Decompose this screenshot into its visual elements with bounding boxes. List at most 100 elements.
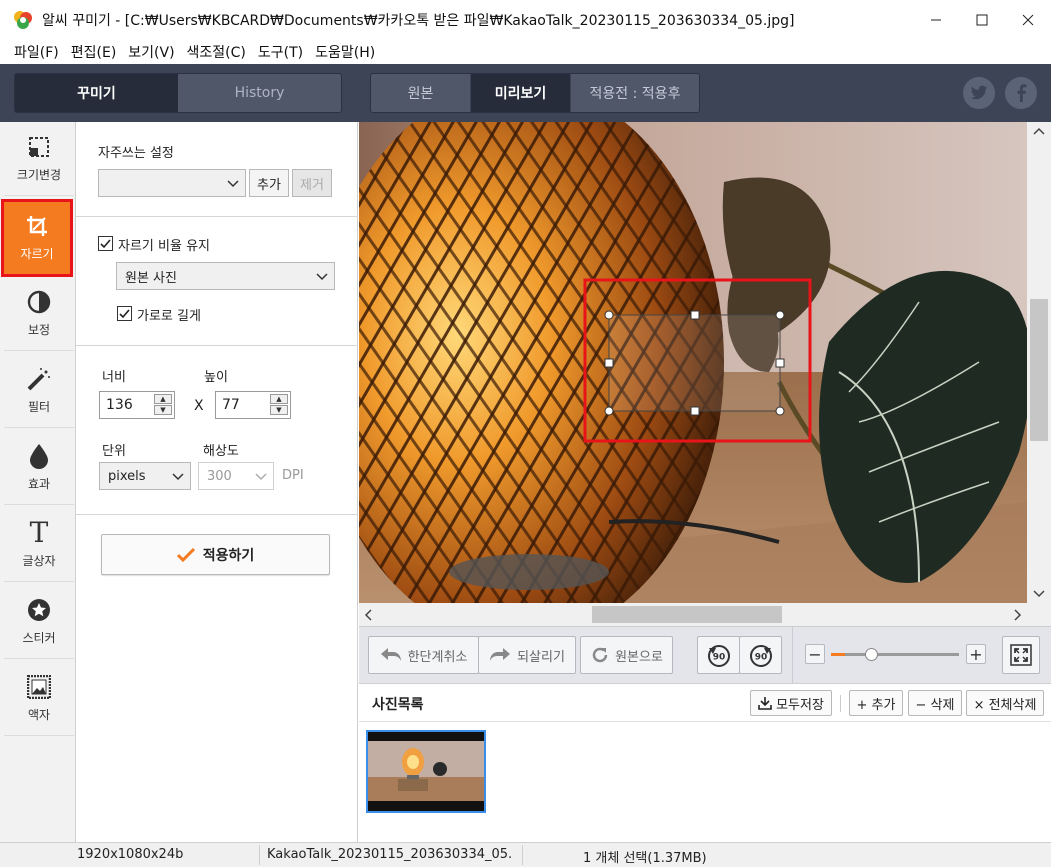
sidebar-label: 자르기 [20, 247, 54, 261]
sidebar-item-textbox[interactable]: T 글상자 [4, 508, 74, 582]
height-label: 높이 [204, 370, 228, 385]
horizontal-scrollbar[interactable] [359, 603, 1027, 626]
minimize-button[interactable] [913, 0, 959, 40]
rotate-right-button[interactable]: 90 [739, 636, 782, 674]
resolution-value: 300 [207, 468, 232, 484]
width-value: 136 [106, 397, 133, 413]
magic-wand-icon [26, 366, 52, 392]
action-toolbar: 한단계취소 되살리기 원본으로 90 90 − + [359, 626, 1051, 684]
menu-bar: 파일(F) 편집(E) 보기(V) 색조절(C) 도구(T) 도움말(H) [0, 40, 1051, 64]
menu-help[interactable]: 도움말(H) [309, 42, 381, 62]
maximize-button[interactable] [959, 0, 1005, 40]
resolution-dropdown[interactable]: 300 [198, 462, 274, 490]
sidebar-item-correct[interactable]: 보정 [4, 277, 74, 351]
tab-original[interactable]: 원본 [371, 74, 471, 112]
window-title: 알씨 꾸미기 - [C:₩Users₩KBCARD₩Documents₩카카오톡… [42, 13, 795, 29]
delete-photo-button[interactable]: − 삭제 [908, 690, 962, 716]
apply-button[interactable]: 적용하기 [101, 534, 330, 575]
frame-icon [26, 674, 52, 700]
sidebar-item-frame[interactable]: 액자 [4, 662, 74, 736]
height-input[interactable]: 77 ▲ ▼ [215, 391, 291, 419]
sidebar-item-resize[interactable]: 크기변경 [4, 122, 74, 196]
unit-dropdown[interactable]: pixels [99, 462, 191, 490]
chevron-down-icon [227, 180, 239, 188]
sticker-icon [26, 597, 52, 623]
landscape-checkbox[interactable] [117, 306, 132, 321]
zoom-slider[interactable] [831, 648, 959, 661]
tab-history[interactable]: History [178, 74, 341, 112]
crop-icon [24, 213, 50, 239]
redo-icon [490, 648, 511, 661]
presets-dropdown[interactable] [98, 169, 246, 197]
tab-decorate[interactable]: 꾸미기 [15, 74, 178, 112]
image-canvas[interactable] [359, 122, 1027, 603]
landscape-label: 가로로 길게 [137, 309, 201, 324]
add-photo-button[interactable]: + 추가 [849, 690, 903, 716]
photo-thumbnail[interactable] [366, 730, 486, 813]
top-toolbar: 꾸미기 History 원본 미리보기 적용전 : 적용후 [0, 64, 1051, 122]
resolution-label: 해상도 [203, 444, 239, 459]
undo-button[interactable]: 한단계취소 [368, 636, 479, 674]
zoom-slider-thumb[interactable] [865, 648, 878, 661]
fit-screen-button[interactable] [1002, 636, 1040, 674]
sidebar-item-sticker[interactable]: 스티커 [4, 585, 74, 659]
height-value: 77 [222, 397, 240, 413]
sidebar-item-crop[interactable]: 자르기 [1, 199, 73, 277]
dpi-label: DPI [282, 468, 304, 483]
close-button[interactable] [1005, 0, 1051, 40]
ratio-dropdown[interactable]: 원본 사진 [116, 262, 335, 290]
sidebar-label: 글상자 [22, 554, 56, 568]
status-filename: KakaoTalk_20230115_203630334_05. [267, 847, 513, 862]
sidebar-item-filter[interactable]: 필터 [4, 354, 74, 428]
menu-file[interactable]: 파일(F) [8, 42, 65, 62]
facebook-icon[interactable] [1005, 77, 1037, 109]
crop-settings-panel: 자주쓰는 설정 추가 제거 자르기 비율 유지 원본 사진 가로로 길게 너비 … [76, 122, 358, 842]
sidebar-label: 크기변경 [16, 168, 62, 182]
sidebar-item-effect[interactable]: 효과 [4, 431, 74, 505]
sidebar-label: 스티커 [22, 631, 56, 645]
zoom-out-button[interactable]: − [805, 644, 825, 664]
chevron-down-icon [255, 473, 267, 481]
vertical-scrollbar[interactable] [1027, 122, 1051, 603]
status-dimensions: 1920x1080x24b [77, 847, 184, 862]
width-input[interactable]: 136 ▲ ▼ [99, 391, 175, 419]
scrollbar-track [1030, 127, 1048, 598]
revert-button[interactable]: 원본으로 [580, 636, 673, 674]
sidebar-label: 액자 [27, 708, 51, 722]
save-all-button[interactable]: 모두저장 [750, 690, 832, 716]
zoom-in-button[interactable]: + [966, 644, 986, 664]
photo-list-title: 사진목록 [372, 697, 424, 713]
menu-tools[interactable]: 도구(T) [252, 42, 309, 62]
photo-preview [359, 122, 1027, 603]
menu-edit[interactable]: 편집(E) [65, 42, 123, 62]
rotate-left-label: 90 [712, 653, 725, 663]
times-sign: X [194, 398, 204, 414]
contrast-icon [26, 289, 52, 315]
menu-color[interactable]: 색조절(C) [181, 42, 252, 62]
delete-all-button[interactable]: × 전체삭제 [966, 690, 1044, 716]
menu-view[interactable]: 보기(V) [122, 42, 180, 62]
sidebar-label: 효과 [27, 477, 51, 491]
remove-preset-button[interactable]: 제거 [292, 169, 332, 197]
keep-ratio-checkbox[interactable] [98, 236, 113, 251]
thumbnail-image [368, 732, 484, 811]
twitter-icon[interactable] [963, 77, 995, 109]
redo-button[interactable]: 되살리기 [478, 636, 576, 674]
tab-before-after[interactable]: 적용전 : 적용후 [571, 74, 699, 112]
app-icon [12, 9, 34, 31]
rotate-left-button[interactable]: 90 [697, 636, 740, 674]
scrollbar-track [364, 606, 1022, 623]
save-all-label: 모두저장 [776, 697, 824, 713]
height-stepper[interactable]: ▲ ▼ [270, 394, 288, 416]
tab-preview[interactable]: 미리보기 [471, 74, 571, 112]
rotate-left-icon: 90 [707, 645, 730, 667]
chevron-down-icon [172, 473, 184, 481]
add-preset-button[interactable]: 추가 [249, 169, 289, 197]
mode-tabs: 꾸미기 History [14, 73, 342, 113]
width-stepper[interactable]: ▲ ▼ [154, 394, 172, 416]
scroll-corner [1027, 603, 1051, 626]
refresh-icon [592, 647, 608, 663]
resize-icon [26, 134, 52, 160]
width-label: 너비 [102, 370, 126, 385]
checkmark-icon [119, 309, 130, 319]
